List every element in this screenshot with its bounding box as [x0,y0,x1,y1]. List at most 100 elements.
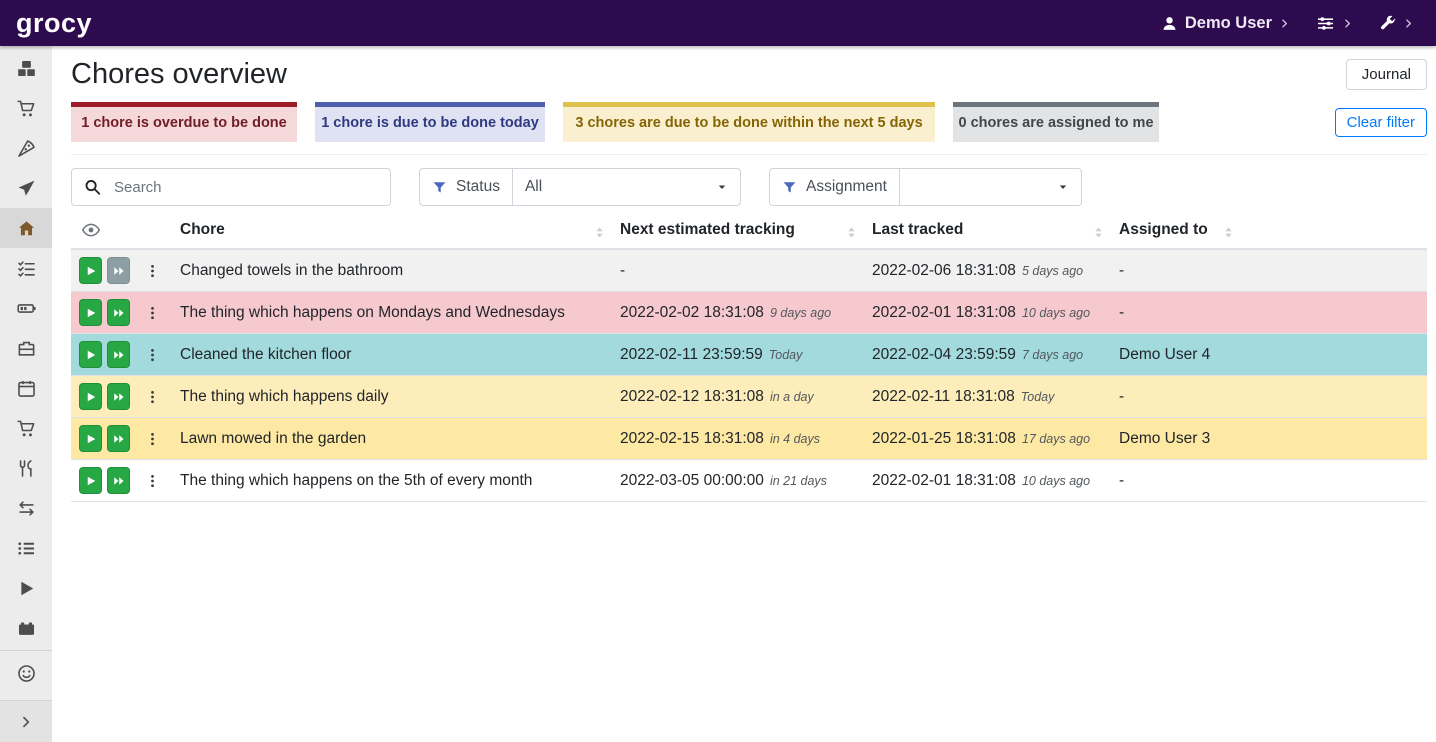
sidebar-item-chores-overview[interactable] [0,208,52,248]
utensils-icon [17,459,36,478]
search-group [71,168,391,206]
chore-row: Lawn mowed in the garden 2022-02-15 18:3… [71,418,1427,460]
paper-plane-icon [17,179,36,198]
sliders-icon [1316,14,1335,33]
status-filter-label: Status [420,169,512,205]
banner-assigned-to-me[interactable]: 0 chores are assigned to me [953,102,1159,143]
track-execution-button[interactable] [79,425,102,452]
skip-execution-button[interactable] [107,383,130,410]
track-execution-button[interactable] [79,467,102,494]
filler-cell [1241,249,1427,292]
chore-name-cell[interactable]: Changed towels in the bathroom [172,249,612,292]
pizza-slice-icon [17,139,36,158]
status-select[interactable]: All [512,169,740,205]
chore-menu-button[interactable] [141,346,164,364]
chore-menu-button[interactable] [141,388,164,406]
chore-name-cell[interactable]: The thing which happens daily [172,376,612,418]
sidebar-item-transfer[interactable] [0,488,52,528]
exchange-icon [17,499,36,518]
column-header-last-tracked[interactable]: Last tracked [864,216,1111,249]
assigned-to-cell: Demo User 3 [1111,418,1241,460]
search-input[interactable] [71,168,391,206]
grocy-logo[interactable]: grocy [16,10,92,37]
assigned-to-cell: - [1111,460,1241,502]
list-check-icon [17,259,36,278]
sidebar-collapse-toggle[interactable] [0,700,52,742]
sidebar-item-user-settings[interactable] [0,653,52,693]
sidebar-item-meal-plan[interactable] [0,168,52,208]
sidebar-item-tasks[interactable] [0,248,52,288]
sort-icon [1091,225,1106,240]
user-menu-label: Demo User [1185,14,1272,33]
sort-icon [844,225,859,240]
chore-menu-button[interactable] [141,430,164,448]
table-header-row: Chore Next estimated tracking Last track… [71,216,1427,249]
user-menu[interactable]: Demo User [1161,14,1290,33]
clear-filter-button[interactable]: Clear filter [1335,108,1427,137]
banner-due-soon[interactable]: 3 chores are due to be done within the n… [563,102,935,143]
banner-overdue[interactable]: 1 chore is overdue to be done [71,102,297,143]
skip-execution-button[interactable] [107,299,130,326]
chore-menu-button[interactable] [141,262,164,280]
track-execution-button[interactable] [79,257,102,284]
sidebar-item-purchase[interactable] [0,408,52,448]
play-icon [85,433,97,445]
shopping-cart-icon [17,99,36,118]
chore-name-cell[interactable]: The thing which happens on Mondays and W… [172,292,612,334]
eye-icon[interactable] [82,221,100,239]
track-execution-button[interactable] [79,383,102,410]
skip-execution-button[interactable] [107,467,130,494]
skip-execution-button[interactable] [107,425,130,452]
journal-button[interactable]: Journal [1346,59,1427,90]
smiley-icon [17,664,36,683]
column-header-chore[interactable]: Chore [172,216,612,249]
admin-menu[interactable] [1379,15,1414,32]
banner-due-today[interactable]: 1 chore is due to be done today [315,102,545,143]
sidebar-item-calendar[interactable] [0,368,52,408]
sidebar-item-consume[interactable] [0,448,52,488]
last-tracked-cell: 2022-02-11 18:31:08Today [864,376,1111,418]
last-tracked-cell: 2022-02-04 23:59:597 days ago [864,334,1111,376]
sidebar-item-chore-tracking[interactable] [0,568,52,608]
search-icon [84,179,101,196]
last-tracked-cell: 2022-02-01 18:31:0810 days ago [864,460,1111,502]
fast-forward-icon [113,391,125,403]
chore-row: Changed towels in the bathroom - 2022-02… [71,249,1427,292]
sidebar-item-equipment[interactable] [0,328,52,368]
track-execution-button[interactable] [79,299,102,326]
chore-name-cell[interactable]: The thing which happens on the 5th of ev… [172,460,612,502]
column-header-assigned-to[interactable]: Assigned to [1111,216,1241,249]
track-execution-button[interactable] [79,341,102,368]
status-select-value: All [525,178,542,196]
filter-row: Status All Assignment [71,168,1427,206]
sidebar-item-shopping-list[interactable] [0,88,52,128]
skip-execution-button[interactable] [107,341,130,368]
sidebar-item-battery-tracking[interactable] [0,608,52,648]
sidebar-item-inventory[interactable] [0,528,52,568]
assignment-select[interactable] [899,169,1081,205]
list-icon [17,539,36,558]
chore-name-cell[interactable]: Lawn mowed in the garden [172,418,612,460]
assigned-to-cell: Demo User 4 [1111,334,1241,376]
ellipsis-vertical-icon [145,304,160,322]
last-tracked-cell: 2022-02-01 18:31:0810 days ago [864,292,1111,334]
chore-menu-button[interactable] [141,472,164,490]
sidebar-item-batteries-overview[interactable] [0,288,52,328]
battery-icon [17,299,36,318]
sidebar-item-recipes[interactable] [0,128,52,168]
status-banner-row: 1 chore is overdue to be done 1 chore is … [71,102,1427,156]
chevron-right-icon [1403,18,1414,29]
column-header-next-estimated-tracking[interactable]: Next estimated tracking [612,216,864,249]
sidebar-item-stock-overview[interactable] [0,48,52,88]
filler-cell [1241,460,1427,502]
toolbox-icon [17,339,36,358]
settings-menu[interactable] [1316,14,1353,33]
next-tracking-cell: 2022-02-11 23:59:59Today [612,334,864,376]
skip-execution-button[interactable] [107,257,130,284]
next-tracking-cell: 2022-02-02 18:31:089 days ago [612,292,864,334]
next-tracking-cell: - [612,249,864,292]
filler-cell [1241,292,1427,334]
navbar-right: Demo User [1161,14,1414,33]
chore-menu-button[interactable] [141,304,164,322]
chore-name-cell[interactable]: Cleaned the kitchen floor [172,334,612,376]
